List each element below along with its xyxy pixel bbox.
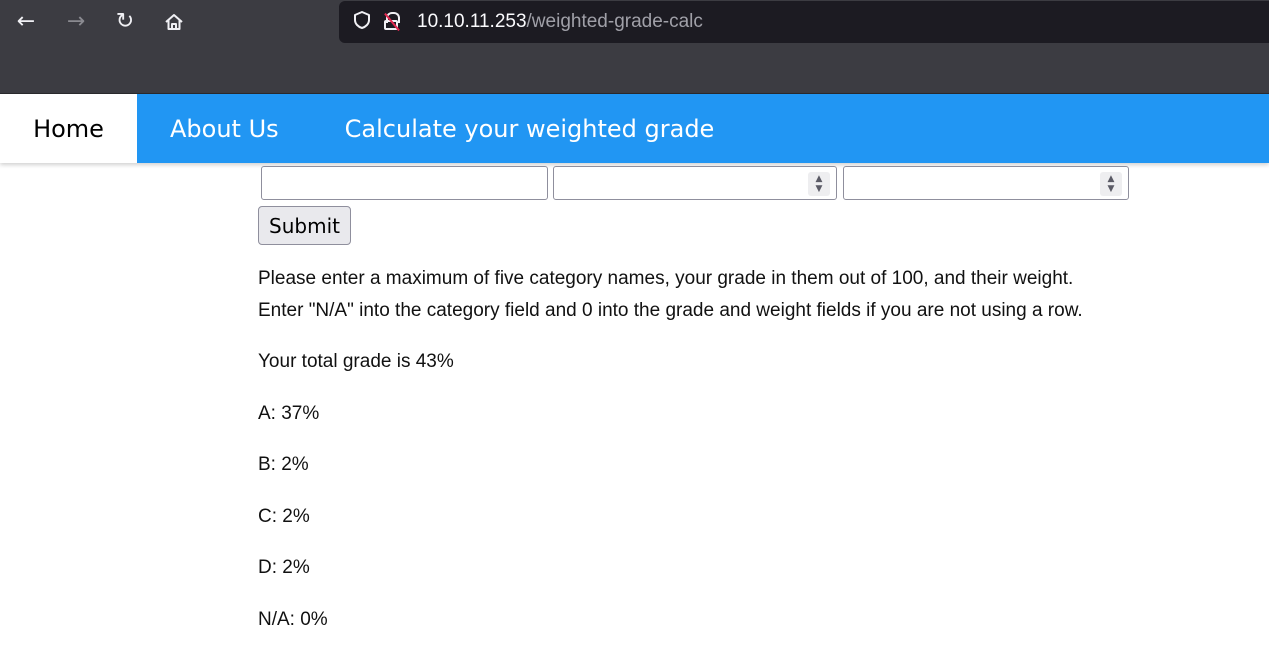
category-field[interactable] [261, 166, 548, 200]
chevron-up-icon[interactable]: ▲ [816, 174, 823, 184]
chevron-up-icon[interactable]: ▲ [1108, 174, 1115, 184]
site-navbar: Home About Us Calculate your weighted gr… [0, 94, 1269, 163]
address-bar[interactable]: 10.10.11.253/weighted-grade-calc [339, 1, 1269, 43]
url-host: 10.10.11.253 [417, 11, 527, 32]
submit-button[interactable]: Submit [258, 206, 351, 245]
result-row: C: 2% [258, 506, 310, 527]
instructions-line-2: Enter "N/A" into the category field and … [258, 300, 1083, 321]
nav-home-link[interactable]: Home [0, 94, 137, 163]
url-path: /weighted-grade-calc [526, 11, 703, 32]
total-grade: Your total grade is 43% [258, 351, 454, 372]
weight-spinner[interactable]: ▲ ▼ [1100, 172, 1122, 196]
result-row: A: 37% [258, 403, 320, 424]
back-arrow-icon[interactable]: ← [12, 8, 40, 36]
reload-icon[interactable]: ↻ [111, 8, 139, 36]
grade-field[interactable]: ▲ ▼ [553, 166, 837, 200]
insecure-lock-icon[interactable] [383, 12, 401, 32]
result-row: D: 2% [258, 557, 310, 578]
home-icon[interactable] [160, 8, 188, 36]
instructions-line-1: Please enter a maximum of five category … [258, 268, 1074, 289]
browser-toolbar: ← → ↻ 10.10.11.253/weighted-grade-calc [0, 0, 1269, 94]
nav-about-us-link[interactable]: About Us [137, 94, 312, 163]
shield-icon[interactable] [351, 10, 373, 35]
grade-spinner[interactable]: ▲ ▼ [808, 172, 830, 196]
grade-input-row: ▲ ▼ ▲ ▼ [261, 166, 1131, 202]
forward-arrow-icon[interactable]: → [62, 8, 90, 36]
result-row: N/A: 0% [258, 609, 328, 630]
weight-field[interactable]: ▲ ▼ [843, 166, 1129, 200]
url-text[interactable]: 10.10.11.253/weighted-grade-calc [417, 11, 703, 33]
nav-calculate-link[interactable]: Calculate your weighted grade [312, 94, 748, 163]
result-row: B: 2% [258, 454, 309, 475]
home-icon-glyph [165, 14, 183, 30]
chevron-down-icon[interactable]: ▼ [816, 184, 823, 194]
chevron-down-icon[interactable]: ▼ [1108, 184, 1115, 194]
